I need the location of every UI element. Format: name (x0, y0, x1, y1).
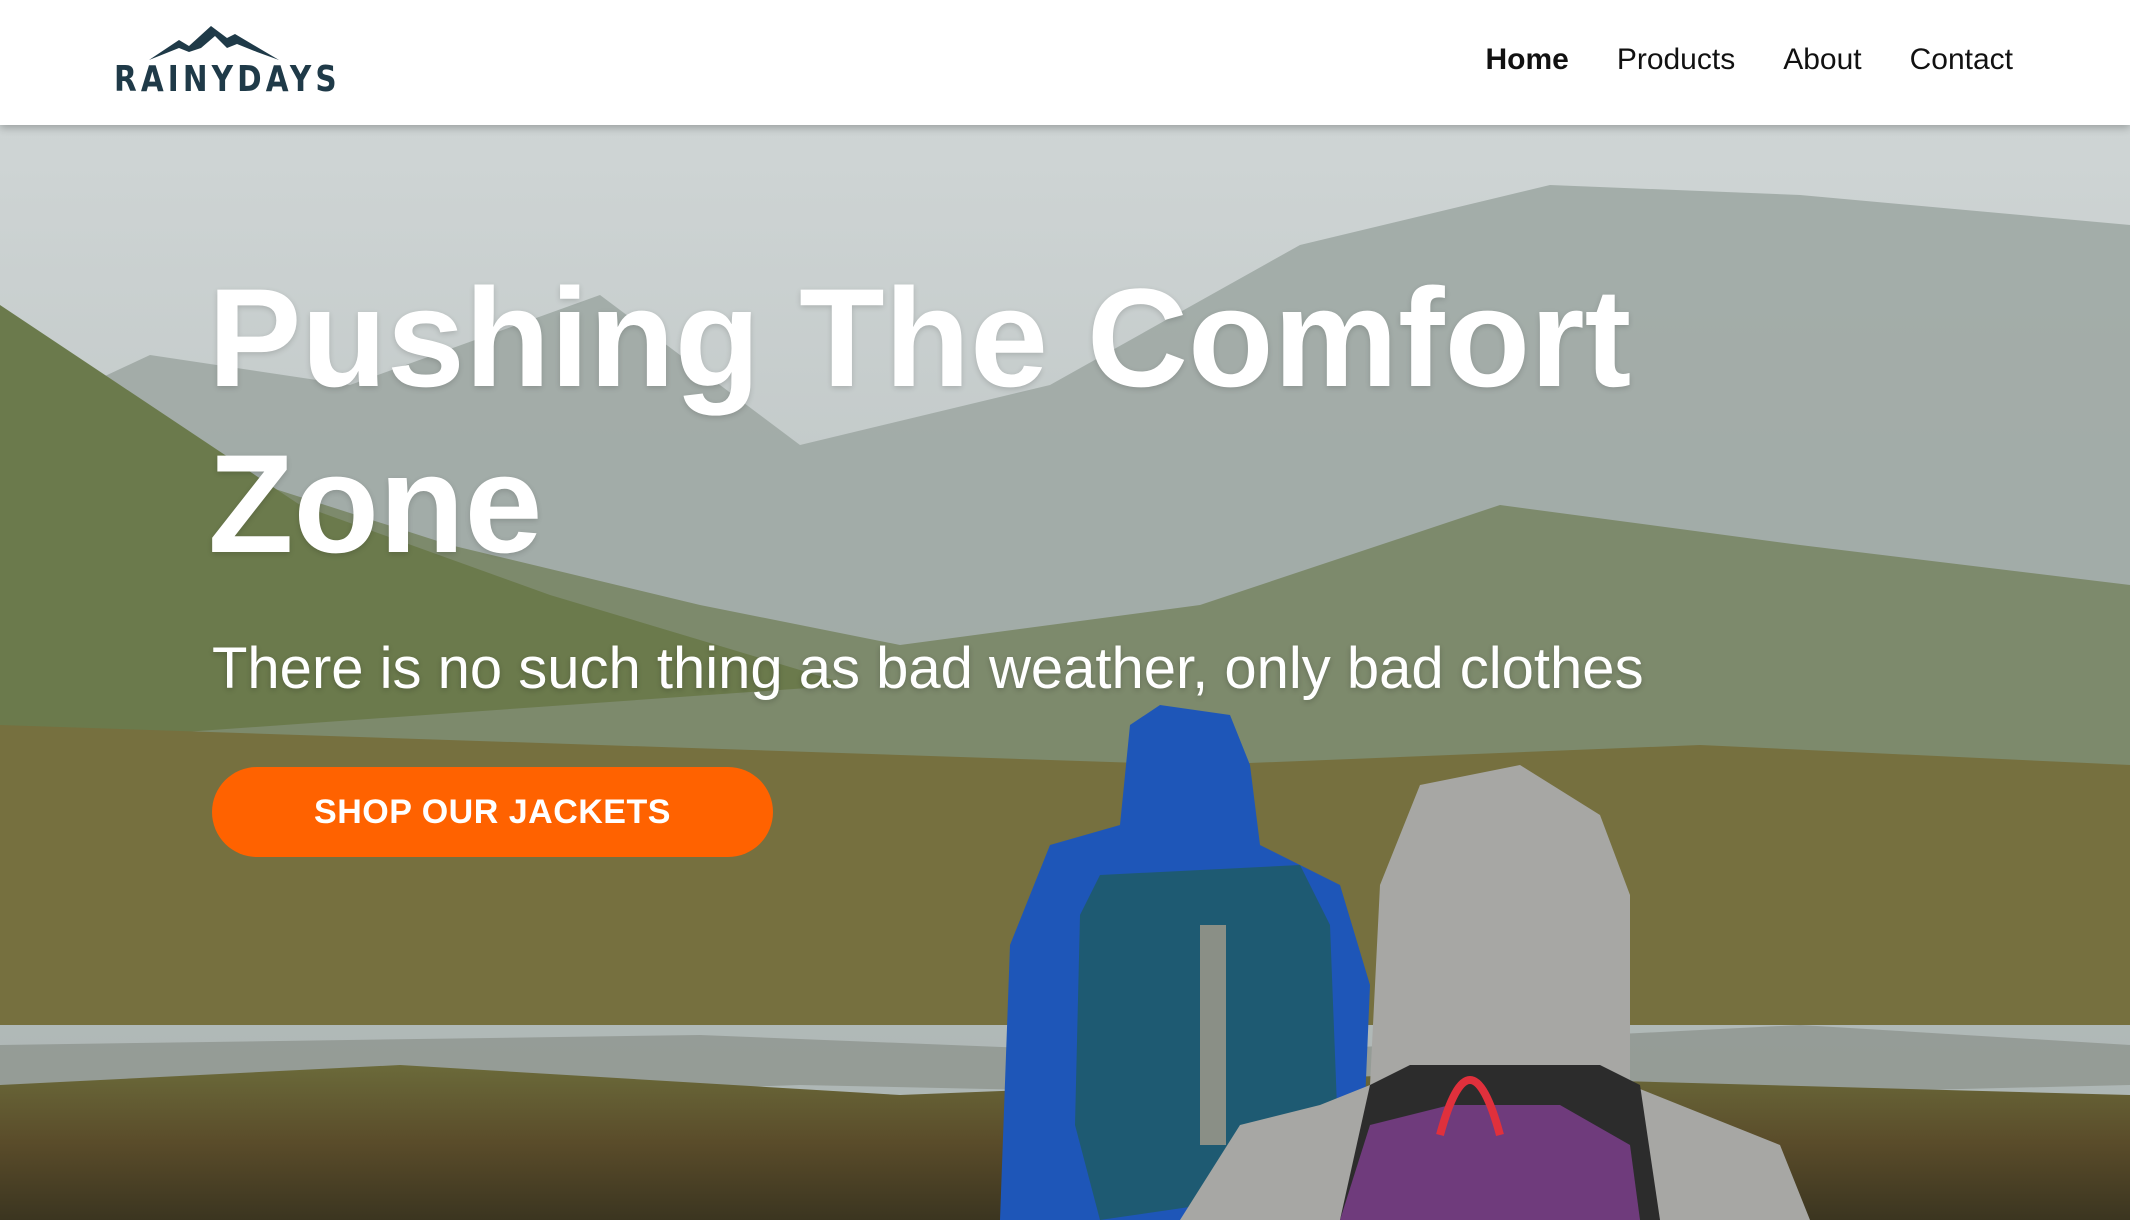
site-header: RAINYDAYS Home Products About Contact (0, 0, 2130, 125)
nav-contact[interactable]: Contact (1910, 40, 2013, 80)
hero-section: Pushing The Comfort Zone There is no suc… (0, 125, 2130, 1220)
logo-text: RAINYDAYS (114, 59, 341, 100)
nav-home[interactable]: Home (1485, 40, 1568, 80)
main-nav: Home Products About Contact (1485, 40, 2013, 80)
shop-jackets-button[interactable]: SHOP OUR JACKETS (212, 767, 773, 857)
hero-subtitle: There is no such thing as bad weather, o… (212, 636, 1644, 701)
mountain-logo-icon (149, 26, 279, 60)
rainydays-logo[interactable]: RAINYDAYS (114, 22, 337, 102)
nav-products[interactable]: Products (1617, 40, 1735, 80)
nav-about[interactable]: About (1783, 40, 1861, 80)
hero-title: Pushing The Comfort Zone (208, 259, 1632, 582)
